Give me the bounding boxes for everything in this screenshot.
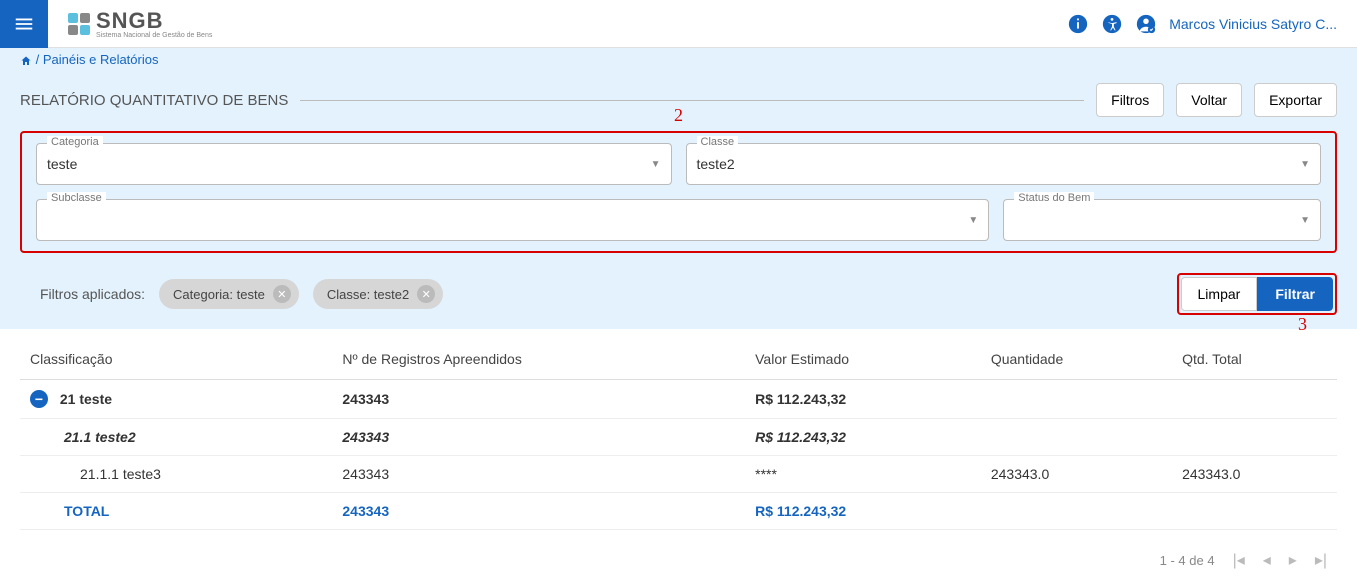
- filtrar-button[interactable]: Filtrar: [1257, 277, 1333, 311]
- title-divider: [300, 100, 1084, 101]
- cell-valor: ****: [745, 456, 981, 493]
- accessibility-icon[interactable]: [1101, 13, 1123, 35]
- col-qtdtotal: Qtd. Total: [1172, 339, 1337, 380]
- cell-total-label: TOTAL: [20, 493, 332, 530]
- cell-total-qtdtotal: [1172, 493, 1337, 530]
- cell-registros: 243343: [332, 419, 745, 456]
- chevron-down-icon: ▼: [1300, 159, 1310, 170]
- filter-area: 2 Categoria teste ▼ Classe teste2 ▼ Subc…: [0, 125, 1357, 263]
- annotation-3: 3: [1298, 314, 1307, 335]
- results-table-wrap: Classificação Nº de Registros Apreendido…: [0, 329, 1357, 540]
- status-select[interactable]: Status do Bem ▼: [1003, 199, 1321, 241]
- voltar-button[interactable]: Voltar: [1176, 83, 1242, 117]
- applied-filters-label: Filtros aplicados:: [40, 286, 145, 302]
- categoria-value: teste: [47, 156, 651, 172]
- pagination-range: 1 - 4 de 4: [1160, 553, 1215, 568]
- cell-valor: R$ 112.243,32: [745, 380, 981, 419]
- filter-chip-classe: Classe: teste2 ✕: [313, 279, 443, 309]
- col-quantidade: Quantidade: [981, 339, 1172, 380]
- logo-subtitle: Sistema Nacional de Gestão de Bens: [96, 32, 212, 39]
- hamburger-icon: [13, 13, 35, 35]
- cell-classificacao: 21.1 teste2: [20, 419, 332, 456]
- cell-valor: R$ 112.243,32: [745, 419, 981, 456]
- logo-icon: [68, 13, 90, 35]
- cell-quantidade: 243343.0: [981, 456, 1172, 493]
- col-classificacao: Classificação: [20, 339, 332, 380]
- results-table: Classificação Nº de Registros Apreendido…: [20, 339, 1337, 530]
- collapse-icon[interactable]: −: [30, 390, 48, 408]
- annotation-2: 2: [674, 105, 683, 126]
- breadcrumb-link[interactable]: Painéis e Relatórios: [43, 52, 159, 67]
- col-registros: Nº de Registros Apreendidos: [332, 339, 745, 380]
- page-next-icon[interactable]: ▸: [1289, 550, 1297, 570]
- classe-value: teste2: [697, 156, 1301, 172]
- classe-label: Classe: [697, 136, 739, 148]
- status-label: Status do Bem: [1014, 192, 1094, 204]
- cell-classificacao: 21.1.1 teste3: [20, 456, 332, 493]
- categoria-select[interactable]: Categoria teste ▼: [36, 143, 672, 185]
- categoria-label: Categoria: [47, 136, 103, 148]
- chip-remove-icon[interactable]: ✕: [417, 285, 435, 303]
- table-total-row: TOTAL 243343 R$ 112.243,32: [20, 493, 1337, 530]
- breadcrumb-sep: /: [36, 52, 43, 67]
- chevron-down-icon: ▼: [651, 159, 661, 170]
- page-last-icon[interactable]: ▸|: [1315, 550, 1327, 570]
- info-icon[interactable]: [1067, 13, 1089, 35]
- pagination: 1 - 4 de 4 |◂ ◂ ▸ ▸|: [0, 540, 1357, 584]
- applied-actions: Limpar Filtrar 3: [1177, 273, 1337, 315]
- subclasse-select[interactable]: Subclasse ▼: [36, 199, 989, 241]
- cell-registros: 243343: [332, 456, 745, 493]
- filtros-button[interactable]: Filtros: [1096, 83, 1164, 117]
- app-logo: SNGB Sistema Nacional de Gestão de Bens: [68, 8, 212, 39]
- hamburger-menu-button[interactable]: [0, 0, 48, 48]
- user-name-link[interactable]: Marcos Vinicius Satyro C...: [1169, 16, 1337, 32]
- logo-text: SNGB: [96, 8, 212, 34]
- breadcrumb-home-icon[interactable]: [20, 52, 36, 67]
- chevron-down-icon: ▼: [1300, 215, 1310, 226]
- cell-quantidade: [981, 380, 1172, 419]
- limpar-button[interactable]: Limpar: [1181, 277, 1258, 311]
- exportar-button[interactable]: Exportar: [1254, 83, 1337, 117]
- table-row: 21.1 teste2 243343 R$ 112.243,32: [20, 419, 1337, 456]
- cell-qtdtotal: 243343.0: [1172, 456, 1337, 493]
- chip-text: Categoria: teste: [173, 287, 265, 302]
- applied-filters-row: Filtros aplicados: Categoria: teste ✕ Cl…: [0, 263, 1357, 329]
- cell-total-quantidade: [981, 493, 1172, 530]
- page-first-icon[interactable]: |◂: [1233, 550, 1245, 570]
- cell-total-registros: 243343: [332, 493, 745, 530]
- table-row: 21.1.1 teste3 243343 **** 243343.0 24334…: [20, 456, 1337, 493]
- col-valor: Valor Estimado: [745, 339, 981, 380]
- top-header: SNGB Sistema Nacional de Gestão de Bens …: [0, 0, 1357, 48]
- breadcrumb: / Painéis e Relatórios: [0, 48, 1357, 71]
- cell-registros: 243343: [332, 380, 745, 419]
- cell-classificacao: 21 teste: [60, 391, 112, 407]
- page-title: RELATÓRIO QUANTITATIVO DE BENS: [20, 92, 288, 109]
- table-row: − 21 teste 243343 R$ 112.243,32: [20, 380, 1337, 419]
- classe-select[interactable]: Classe teste2 ▼: [686, 143, 1322, 185]
- page-prev-icon[interactable]: ◂: [1263, 550, 1271, 570]
- cell-quantidade: [981, 419, 1172, 456]
- chevron-down-icon: ▼: [968, 215, 978, 226]
- filter-chip-categoria: Categoria: teste ✕: [159, 279, 299, 309]
- table-header-row: Classificação Nº de Registros Apreendido…: [20, 339, 1337, 380]
- cell-total-valor: R$ 112.243,32: [745, 493, 981, 530]
- cell-qtdtotal: [1172, 419, 1337, 456]
- chip-remove-icon[interactable]: ✕: [273, 285, 291, 303]
- cell-qtdtotal: [1172, 380, 1337, 419]
- subclasse-label: Subclasse: [47, 192, 106, 204]
- chip-text: Classe: teste2: [327, 287, 409, 302]
- filter-outline: Categoria teste ▼ Classe teste2 ▼ Subcla…: [20, 131, 1337, 253]
- user-avatar-icon[interactable]: [1135, 13, 1157, 35]
